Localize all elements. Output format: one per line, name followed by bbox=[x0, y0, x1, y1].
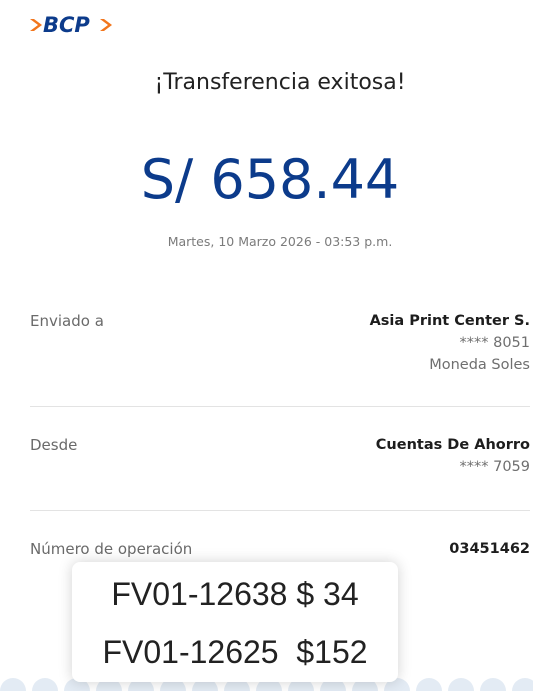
from-values: Cuentas De Ahorro **** 7059 bbox=[376, 434, 530, 478]
from-label: Desde bbox=[30, 436, 78, 454]
recipient-currency: Moneda Soles bbox=[429, 357, 530, 373]
source-account-type: Cuentas De Ahorro bbox=[375, 437, 530, 453]
svg-text:BCP: BCP bbox=[43, 13, 90, 37]
recipient-name: Asia Print Center S. bbox=[369, 313, 530, 329]
bcp-logo-icon: BCP bbox=[30, 13, 112, 37]
transfer-amount: S/ 658.44 bbox=[140, 148, 400, 211]
invoice-note-line: FV01-12625 $152 bbox=[102, 634, 368, 670]
divider bbox=[30, 510, 530, 511]
success-title: ¡Transferencia exitosa! bbox=[154, 70, 406, 95]
bcp-logo: BCP bbox=[30, 10, 120, 40]
source-account: **** 7059 bbox=[459, 459, 530, 475]
divider bbox=[30, 406, 530, 407]
operation-number: 03451462 bbox=[449, 541, 530, 557]
operation-number-values: 03451462 bbox=[449, 538, 530, 560]
recipient-account: **** 8051 bbox=[459, 335, 530, 351]
transfer-datetime: Martes, 10 Marzo 2026 - 03:53 p.m. bbox=[167, 234, 393, 249]
operation-number-label: Número de operación bbox=[30, 540, 193, 558]
sent-to-values: Asia Print Center S. **** 8051 Moneda So… bbox=[370, 310, 530, 376]
invoice-note-overlay: FV01-12638 $ 34 FV01-12625 $152 bbox=[72, 562, 398, 682]
sent-to-label: Enviado a bbox=[30, 312, 104, 330]
invoice-note-line: FV01-12638 $ 34 bbox=[111, 576, 359, 612]
